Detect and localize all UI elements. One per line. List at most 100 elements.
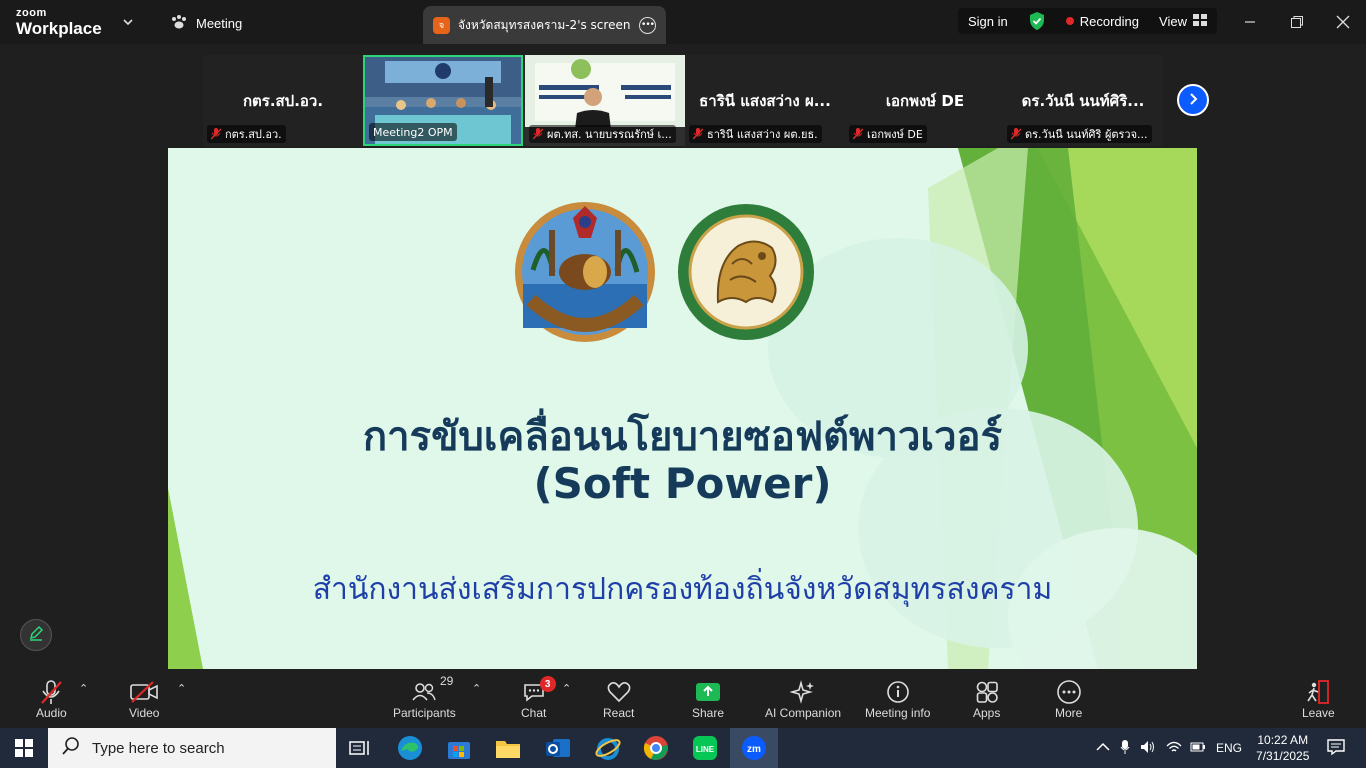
ai-companion-label: AI Companion <box>765 706 842 720</box>
record-dot-icon <box>1065 17 1074 25</box>
search-placeholder: Type here to search <box>92 739 225 757</box>
video-label: Video <box>129 706 160 720</box>
sign-in-button[interactable]: Sign in <box>958 8 1018 34</box>
clock[interactable]: 10:22 AM 7/31/2025 <box>1256 732 1309 764</box>
restore-icon[interactable] <box>1285 10 1309 34</box>
windows-start-icon[interactable] <box>4 732 44 764</box>
participant-tile[interactable]: ผต.ทส. นายบรรณรักษ์ เ... <box>525 55 685 146</box>
share-button[interactable]: Share <box>692 678 724 720</box>
brand-big: Workplace <box>16 19 102 38</box>
annotate-pencil-button[interactable] <box>20 619 52 651</box>
chat-unread-badge: 3 <box>539 676 556 692</box>
minimize-icon[interactable] <box>1238 10 1262 34</box>
edge-browser-icon[interactable] <box>390 732 430 764</box>
chevron-right-icon <box>1186 91 1200 110</box>
leave-label: Leave <box>1302 706 1335 720</box>
participant-label: เอกพงษ์ DE <box>849 125 927 143</box>
mic-muted-icon <box>692 128 704 140</box>
outlook-icon[interactable] <box>538 732 578 764</box>
participant-label: ดร.วันนี นนท์ศิริ ผู้ตรวจ... <box>1007 125 1152 143</box>
view-label: View <box>1159 13 1187 29</box>
header-actions: Sign in Recording View <box>958 8 1217 34</box>
tray-overflow-chevron-icon[interactable] <box>1096 741 1110 755</box>
input-language[interactable]: ENG <box>1216 741 1242 755</box>
chat-label: Chat <box>521 706 547 720</box>
pencil-icon <box>28 625 44 645</box>
meeting-info-button[interactable]: Meeting info <box>865 678 930 720</box>
volume-icon[interactable] <box>1140 740 1156 757</box>
participant-label-text: ธารินี แสงสว่าง ผต.ยธ. <box>707 128 818 141</box>
video-options-caret-icon[interactable]: ⌃ <box>177 682 186 695</box>
meeting-label: Meeting <box>196 15 243 31</box>
chevron-down-icon[interactable] <box>118 12 138 32</box>
share-label: Share <box>692 706 725 720</box>
zoom-workplace-logo[interactable]: zoom Workplace <box>16 7 102 39</box>
more-dots-icon <box>1056 678 1082 706</box>
video-button[interactable]: Video <box>129 678 159 720</box>
security-shield-icon[interactable] <box>1018 8 1056 34</box>
microsoft-store-icon[interactable] <box>439 732 479 764</box>
participant-label: ธารินี แสงสว่าง ผต.ยธ. <box>689 125 822 143</box>
next-page-button[interactable] <box>1177 84 1209 116</box>
zoom-app-icon[interactable]: zm <box>730 728 778 768</box>
sign-in-label: Sign in <box>968 13 1008 29</box>
task-view-icon[interactable] <box>340 732 380 764</box>
heart-icon <box>606 678 632 706</box>
participant-tile-active-speaker[interactable]: Meeting2 OPM <box>363 55 523 146</box>
wifi-icon[interactable] <box>1166 740 1182 757</box>
participant-name: ดร.วันนี นนท์ศิริ... <box>1021 92 1145 110</box>
participant-label-text: ผต.ทส. นายบรรณรักษ์ เ... <box>547 128 672 141</box>
more-label: More <box>1055 706 1083 720</box>
participant-thumbnail-strip: กตร.สป.อว. กตร.สป.อว. Meeting2 OPM ผต.ทส… <box>203 55 1163 146</box>
video-off-icon <box>129 678 159 706</box>
audio-options-caret-icon[interactable]: ⌃ <box>79 682 88 695</box>
participant-tile[interactable]: กตร.สป.อว. กตร.สป.อว. <box>203 55 363 146</box>
taskbar-search-box[interactable]: Type here to search <box>48 728 336 768</box>
line-app-icon[interactable]: LINE <box>685 732 725 764</box>
leave-button[interactable]: Leave <box>1302 678 1335 720</box>
mic-muted-icon <box>1010 128 1022 140</box>
participant-tile[interactable]: เอกพงษ์ DE เอกพงษ์ DE <box>845 55 1005 146</box>
recording-indicator[interactable]: Recording <box>1056 8 1149 34</box>
samut-songkhram-seal-icon <box>515 202 655 342</box>
leave-door-icon <box>1305 678 1331 706</box>
battery-icon[interactable] <box>1190 741 1206 756</box>
file-explorer-icon[interactable] <box>488 732 528 764</box>
ai-companion-button[interactable]: AI Companion <box>765 678 841 720</box>
participants-options-caret-icon[interactable]: ⌃ <box>472 682 481 695</box>
chrome-icon[interactable] <box>636 732 676 764</box>
svg-text:zm: zm <box>747 744 761 755</box>
participants-count: 29 <box>440 674 454 688</box>
participant-label: Meeting2 OPM <box>369 123 457 141</box>
shared-screen-title: จังหวัดสมุทรสงคราม-2's screen <box>458 17 631 32</box>
apps-icon <box>975 678 999 706</box>
recording-label: Recording <box>1079 13 1140 29</box>
info-icon <box>886 678 910 706</box>
slide-subtitle: สำนักงานส่งเสริมการปกครองท้องถิ่นจังหวัด… <box>312 572 1053 607</box>
apps-button[interactable]: Apps <box>973 678 1000 720</box>
audio-button[interactable]: Audio <box>36 678 67 720</box>
clock-time: 10:22 AM <box>1257 733 1309 747</box>
meeting-toolbar: Audio ⌃ Video ⌃ Participants 29 ⌃ 3 Chat… <box>0 670 1366 728</box>
chat-button[interactable]: 3 Chat <box>521 676 556 720</box>
more-button[interactable]: More <box>1055 678 1082 720</box>
react-button[interactable]: React <box>603 678 634 720</box>
shared-screen-tab[interactable]: จ จังหวัดสมุทรสงคราม-2's screen ••• <box>423 6 666 44</box>
close-icon[interactable] <box>1331 10 1355 34</box>
participant-tile[interactable]: ดร.วันนี นนท์ศิริ... ดร.วันนี นนท์ศิริ ผ… <box>1003 55 1163 146</box>
chat-options-caret-icon[interactable]: ⌃ <box>562 682 571 695</box>
meeting-tab[interactable]: Meeting <box>170 10 242 36</box>
participant-label-text: เอกพงษ์ DE <box>867 128 923 141</box>
participant-label-text: ดร.วันนี นนท์ศิริ ผู้ตรวจ... <box>1025 128 1148 141</box>
participant-tile[interactable]: ธารินี แสงสว่าง ผ... ธารินี แสงสว่าง ผต.… <box>685 55 845 146</box>
participant-name: เอกพงษ์ DE <box>885 92 965 110</box>
share-screen-icon <box>695 678 721 706</box>
grid-view-icon <box>1192 13 1207 29</box>
microphone-icon[interactable] <box>1120 739 1130 758</box>
more-options-icon[interactable]: ••• <box>639 16 656 34</box>
slide-title-english: (Soft Power) <box>533 459 832 508</box>
internet-explorer-icon[interactable] <box>588 732 628 764</box>
notifications-icon[interactable] <box>1327 738 1346 758</box>
participants-icon <box>411 678 437 706</box>
view-button[interactable]: View <box>1149 8 1217 34</box>
